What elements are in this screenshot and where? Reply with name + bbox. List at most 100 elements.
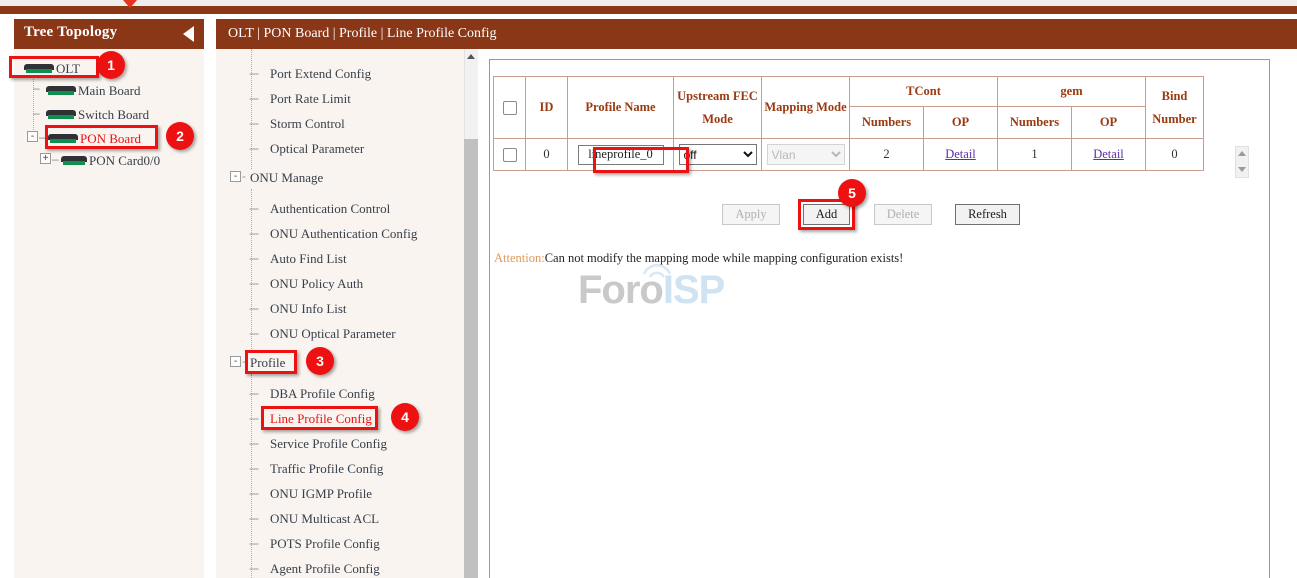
highlight-olt (9, 56, 99, 78)
menu-item-pots-profile-config[interactable]: POTS Profile Config (270, 536, 380, 552)
tree-topology-panel (14, 19, 204, 578)
highlight-line-profile-config (261, 406, 378, 430)
menu-item-onu-igmp-profile[interactable]: ONU IGMP Profile (270, 486, 372, 502)
attention-text: Can not modify the mapping mode while ma… (545, 251, 904, 265)
tree-branch-dash: – (33, 81, 40, 95)
attention-label: Attention: (494, 251, 545, 265)
menu-branch-icon: --- (249, 536, 258, 550)
tree-branch-dash: – (33, 106, 40, 120)
menu-item-storm-control[interactable]: Storm Control (270, 116, 345, 132)
watermark-part2: ISP (663, 268, 724, 312)
expander-pon-card-0-0[interactable]: + (40, 153, 51, 164)
header-mapping-mode: Mapping Mode (762, 77, 850, 139)
application-window: Tree Topology OLT – Main Board – Switch … (0, 0, 1297, 578)
header-tcont-numbers: Numbers (850, 107, 924, 139)
menu-item-port-extend-config[interactable]: Port Extend Config (270, 66, 371, 82)
menu-item-auto-find-list[interactable]: Auto Find List (270, 251, 347, 267)
header-gem: gem (998, 77, 1146, 107)
table-scroll-down-icon[interactable] (1238, 167, 1246, 172)
cell-id: 0 (526, 139, 568, 171)
menu-scroll-up-icon[interactable] (464, 50, 478, 64)
breadcrumb: OLT | PON Board | Profile | Line Profile… (228, 26, 497, 42)
badge-1: 1 (97, 51, 125, 79)
tree-topology-title: Tree Topology (24, 24, 117, 41)
attention-note: Attention:Can not modify the mapping mod… (494, 251, 903, 266)
table-header-row: ID Profile Name Upstream FEC Mode Mappin… (494, 77, 1204, 107)
row-checkbox[interactable] (503, 148, 517, 162)
cell-bind-number: 0 (1146, 139, 1204, 171)
tree-node-switch-board[interactable]: Switch Board (46, 106, 149, 123)
menu-branch-icon: --- (249, 251, 258, 265)
expander-onu-manage[interactable]: - (230, 171, 241, 182)
device-icon (46, 86, 76, 97)
header-gem-op: OP (1072, 107, 1146, 139)
top-accent-bar (0, 6, 1297, 14)
badge-2: 2 (166, 122, 194, 150)
header-upstream-fec-line1: Upstream FEC (677, 89, 758, 104)
upstream-fec-mode-select[interactable]: off (679, 144, 757, 165)
menu-item-traffic-profile-config[interactable]: Traffic Profile Config (270, 461, 383, 477)
menu-scrollbar-thumb[interactable] (464, 139, 478, 578)
mapping-mode-select: Vlan (767, 144, 845, 165)
menu-branch-icon: --- (249, 91, 258, 105)
menu-item-onu-policy-auth[interactable]: ONU Policy Auth (270, 276, 363, 292)
tree-node-pon-card-0-0[interactable]: PON Card0/0 (61, 152, 160, 169)
menu-item-service-profile-config[interactable]: Service Profile Config (270, 436, 387, 452)
highlight-profile-name-input (593, 147, 689, 173)
expander-profile[interactable]: - (230, 356, 241, 367)
menu-branch-icon: --- (249, 201, 258, 215)
expander-pon-board[interactable]: - (27, 131, 38, 142)
highlight-profile (245, 350, 297, 374)
gem-detail-link[interactable]: Detail (1093, 147, 1124, 161)
header-id: ID (526, 77, 568, 139)
menu-branch-icon: --- (249, 226, 258, 240)
badge-4: 4 (391, 403, 419, 431)
row-select-cell (494, 139, 526, 171)
menu-branch-icon: --- (249, 386, 258, 400)
menu-branch-icon: --- (249, 116, 258, 130)
badge-5: 5 (838, 179, 866, 207)
tcont-detail-link[interactable]: Detail (945, 147, 976, 161)
apply-button: Apply (722, 204, 780, 225)
menu-branch-icon: --- (249, 511, 258, 525)
collapse-panel-icon[interactable] (183, 26, 194, 42)
header-tcont-op: OP (924, 107, 998, 139)
delete-button: Delete (874, 204, 932, 225)
refresh-button[interactable]: Refresh (955, 204, 1020, 225)
highlight-pon-board (45, 125, 158, 149)
menu-item-agent-profile-config[interactable]: Agent Profile Config (270, 561, 380, 577)
header-tcont: TCont (850, 77, 998, 107)
menu-item-onu-optical-parameter[interactable]: ONU Optical Parameter (270, 326, 396, 342)
select-all-checkbox[interactable] (503, 101, 517, 115)
header-bind-line2: Number (1149, 112, 1200, 127)
cell-mapping-mode: Vlan (762, 139, 850, 171)
header-profile-name: Profile Name (568, 77, 674, 139)
tree-node-main-board[interactable]: Main Board (46, 82, 140, 99)
menu-item-port-rate-limit[interactable]: Port Rate Limit (270, 91, 351, 107)
menu-branch-icon: --- (249, 66, 258, 80)
menu-item-optical-parameter[interactable]: Optical Parameter (270, 141, 364, 157)
menu-branch-icon: --- (249, 276, 258, 290)
menu-item-onu-authentication-config[interactable]: ONU Authentication Config (270, 226, 417, 242)
menu-branch-icon: --- (249, 301, 258, 315)
menu-branch-icon: --- (249, 411, 258, 425)
header-bind-line1: Bind (1149, 89, 1200, 104)
menu-branch-icon: --- (249, 436, 258, 450)
header-bind-number: Bind Number (1146, 77, 1204, 139)
badge-3: 3 (306, 347, 334, 375)
watermark: ForoISP (578, 268, 724, 313)
cell-tcont-numbers: 2 (850, 139, 924, 171)
menu-item-onu-manage[interactable]: ONU Manage (250, 170, 323, 186)
menu-branch-icon: --- (249, 561, 258, 575)
menu-branch-icon: --- (249, 486, 258, 500)
menu-item-onu-multicast-acl[interactable]: ONU Multicast ACL (270, 511, 379, 527)
menu-item-onu-info-list[interactable]: ONU Info List (270, 301, 347, 317)
menu-item-dba-profile-config[interactable]: DBA Profile Config (270, 386, 375, 402)
tree-branch-dash: – (52, 152, 59, 166)
device-icon (61, 156, 87, 167)
header-upstream-fec-line2: Mode (677, 112, 758, 127)
header-upstream-fec-mode: Upstream FEC Mode (674, 77, 762, 139)
red-pointer-arrow-icon (123, 0, 137, 8)
menu-item-authentication-control[interactable]: Authentication Control (270, 201, 390, 217)
table-scroll-up-icon[interactable] (1238, 151, 1246, 156)
